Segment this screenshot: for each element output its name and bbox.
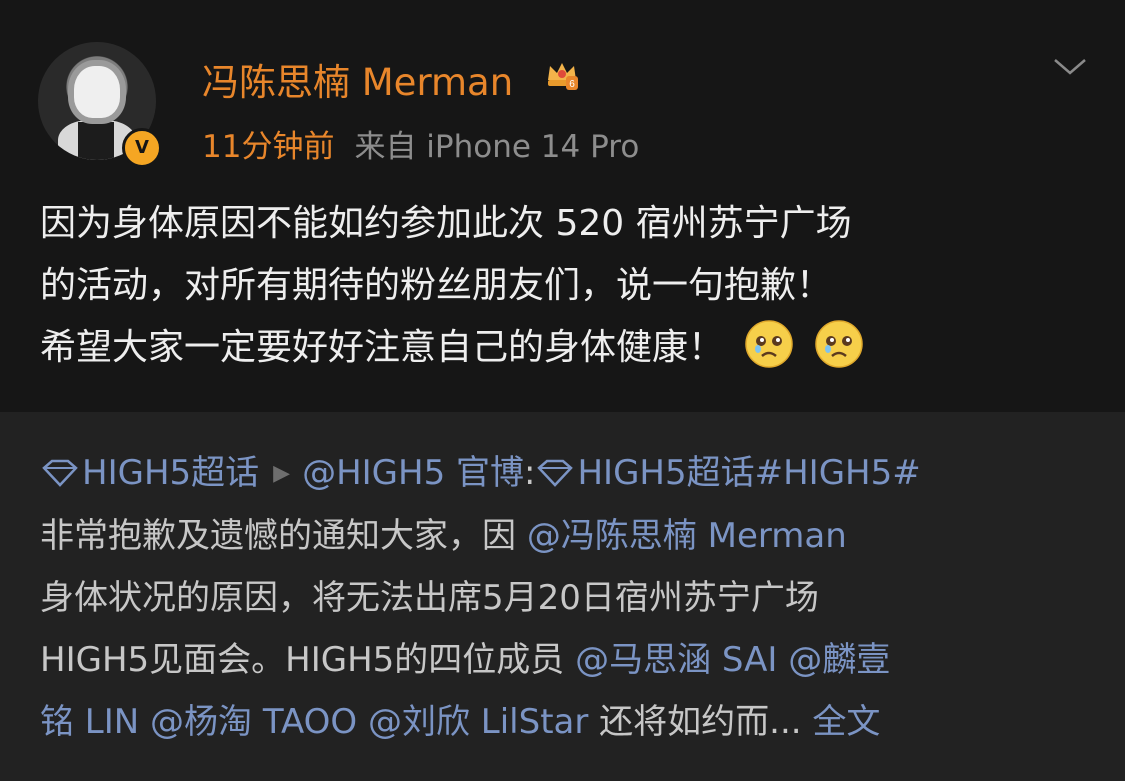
- crying-face-icon: [745, 320, 793, 368]
- post-line: 的活动，对所有期待的粉丝朋友们，说一句抱歉！: [40, 265, 833, 306]
- timestamp: 11分钟前: [202, 129, 335, 165]
- verified-badge-icon: V: [122, 128, 162, 168]
- author-name[interactable]: 冯陈思楠 Merman: [202, 52, 513, 106]
- mention-merman[interactable]: @冯陈思楠 Merman: [527, 516, 847, 556]
- post-content: 因为身体原因不能如约参加此次 520 宿州苏宁广场 的活动，对所有期待的粉丝朋友…: [40, 193, 1090, 379]
- repost-line: 铭 LIN @杨淘 TAOO @刘欣 LilStar 还将如约而... 全文: [40, 691, 1100, 753]
- mention-lin-cont[interactable]: 铭 LIN: [40, 702, 139, 742]
- expand-full-text-link[interactable]: 全文: [812, 702, 880, 742]
- mention-lilstar[interactable]: @刘欣 LilStar: [368, 702, 588, 742]
- vip-crown-icon: 6: [548, 63, 578, 90]
- crying-face-icon: [815, 320, 863, 368]
- repost-text: HIGH5超话 ▶ @HIGH5 官博: HIGH5超话#HIGH5# 非常抱歉及遗憾…: [40, 442, 1100, 753]
- repost-line: HIGH5超话 ▶ @HIGH5 官博: HIGH5超话#HIGH5#: [40, 442, 1100, 505]
- super-topic-label: HIGH5超话: [82, 453, 260, 493]
- repost-author-link[interactable]: @HIGH5 官博: [302, 453, 524, 493]
- avatar-vest: [78, 122, 114, 160]
- super-topic-link-2[interactable]: HIGH5超话: [535, 453, 755, 493]
- avatar-face: [74, 66, 120, 118]
- mention-lin[interactable]: @麟壹: [788, 640, 890, 680]
- repost-line: 身体状况的原因，将无法出席5月20日宿州苏宁广场: [40, 578, 819, 618]
- post-line: 因为身体原因不能如约参加此次 520 宿州苏宁广场: [40, 203, 852, 244]
- weibo-post: V 冯陈思楠 Merman 6 11分钟前 来自 iPhone 14 Pro 因为…: [0, 0, 1125, 412]
- svg-text:6: 6: [569, 79, 575, 90]
- super-topic-link[interactable]: HIGH5超话: [40, 453, 259, 493]
- repost-line: HIGH5见面会。HIGH5的四位成员 @马思涵 SAI @麟壹: [40, 629, 1100, 691]
- play-arrow-icon: ▶: [273, 461, 291, 486]
- repost-line: 非常抱歉及遗憾的通知大家，因 @冯陈思楠 Merman: [40, 505, 1100, 567]
- mention-taoo[interactable]: @杨淘 TAOO: [150, 702, 357, 742]
- repost-text-segment: HIGH5见面会。HIGH5的四位成员: [40, 640, 576, 680]
- hashtag-link[interactable]: #HIGH5#: [755, 453, 921, 493]
- colon: :: [524, 453, 536, 493]
- mention-sai[interactable]: @马思涵 SAI: [575, 640, 777, 680]
- post-source: 来自 iPhone 14 Pro: [354, 129, 640, 165]
- repost-text-segment: 非常抱歉及遗憾的通知大家，因: [40, 516, 527, 556]
- repost-card[interactable]: HIGH5超话 ▶ @HIGH5 官博: HIGH5超话#HIGH5# 非常抱歉及遗憾…: [0, 412, 1125, 781]
- repost-text-segment: 还将如约而...: [588, 702, 802, 742]
- chevron-down-icon[interactable]: [1052, 54, 1088, 78]
- post-meta: 11分钟前 来自 iPhone 14 Pro: [202, 121, 639, 166]
- super-topic-gem-icon: [537, 459, 574, 487]
- super-topic-label-2: HIGH5超话: [577, 453, 755, 493]
- post-line: 希望大家一定要好好注意自己的身体健康！: [40, 317, 1090, 379]
- super-topic-gem-icon: [42, 459, 78, 487]
- post-line-text: 希望大家一定要好好注意自己的身体健康！: [40, 327, 725, 368]
